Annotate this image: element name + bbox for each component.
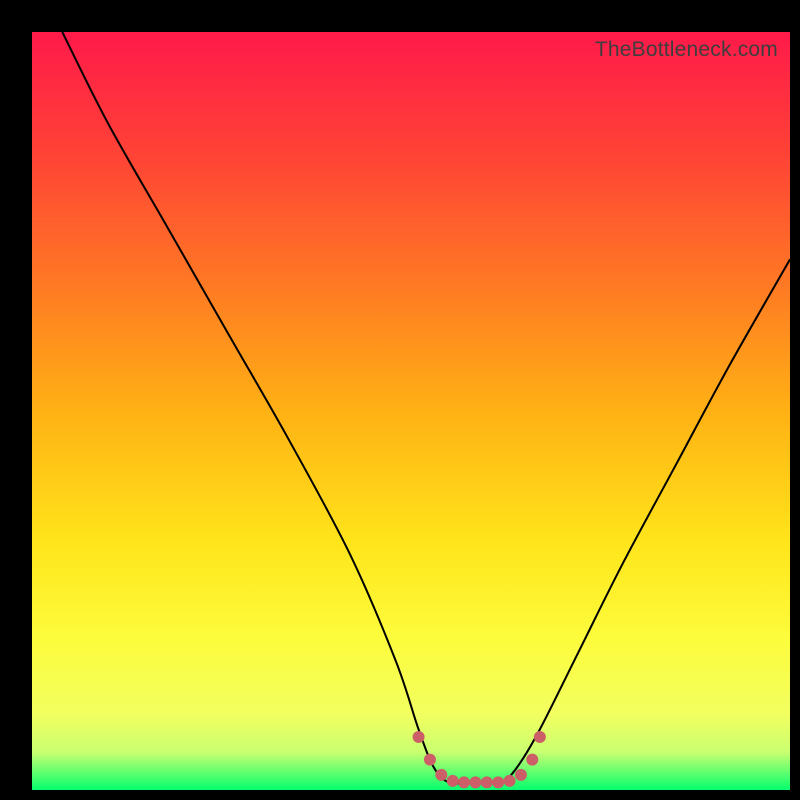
accent-dot xyxy=(435,769,447,781)
accent-dots xyxy=(413,731,546,788)
accent-dot xyxy=(458,776,470,788)
accent-dot xyxy=(481,776,493,788)
chart-stage: TheBottleneck.com xyxy=(0,0,800,800)
bottleneck-curve xyxy=(62,32,790,784)
accent-dot xyxy=(413,731,425,743)
accent-dot xyxy=(534,731,546,743)
accent-dot xyxy=(469,776,481,788)
plot-area: TheBottleneck.com xyxy=(32,32,790,790)
accent-dot xyxy=(526,754,538,766)
accent-dot xyxy=(424,754,436,766)
curve-svg xyxy=(32,32,790,790)
accent-dot xyxy=(492,776,504,788)
accent-dot xyxy=(504,775,516,787)
accent-dot xyxy=(447,775,459,787)
accent-dot xyxy=(515,769,527,781)
